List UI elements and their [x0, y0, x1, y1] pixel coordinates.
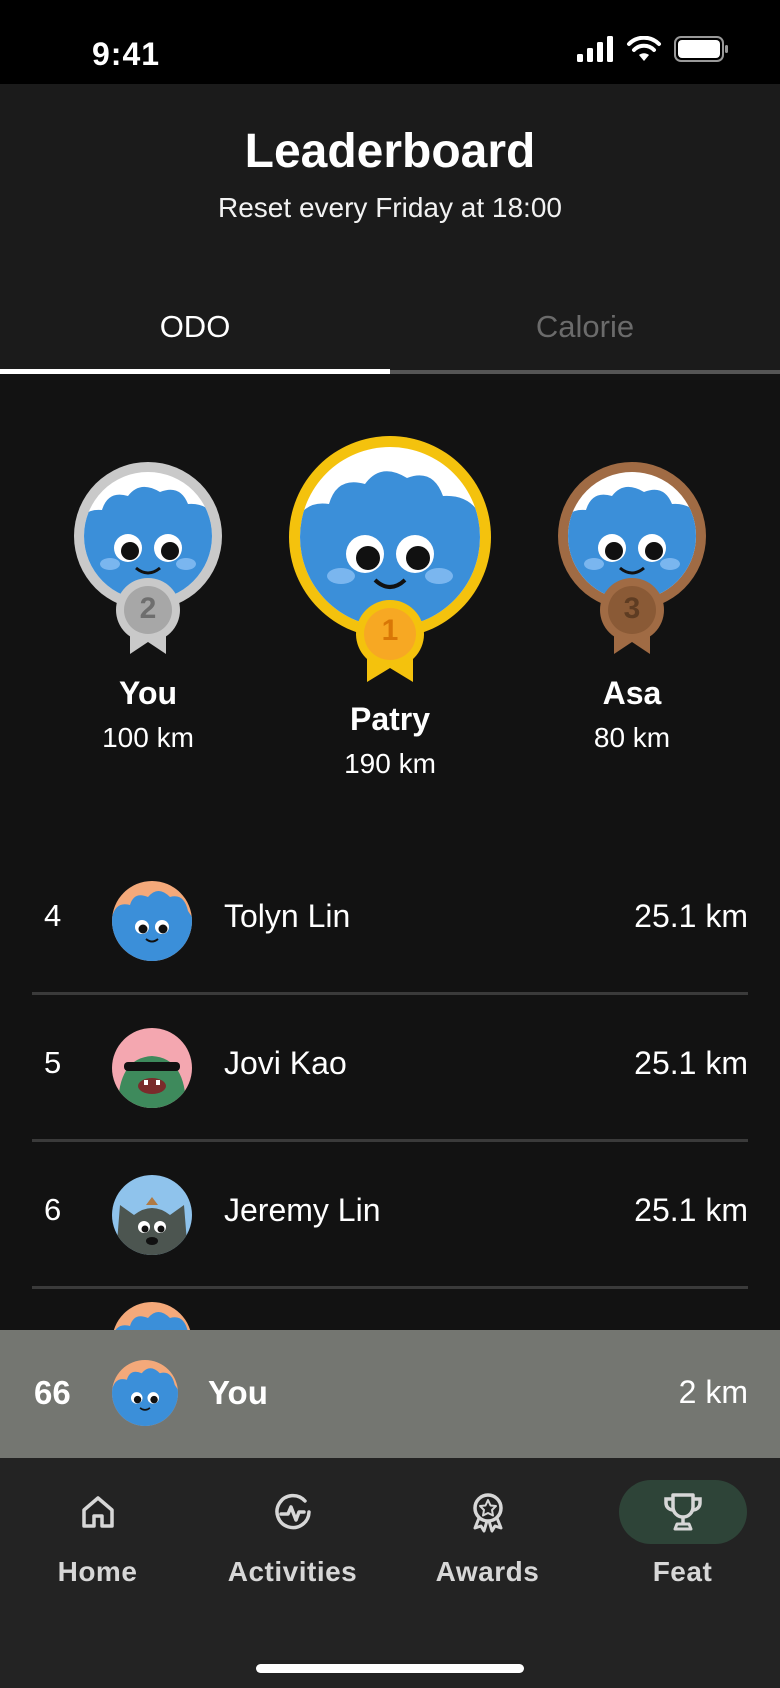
tab-bar: ODO Calorie	[0, 280, 780, 374]
tab-calorie[interactable]: Calorie	[390, 280, 780, 374]
avatar-third	[558, 462, 706, 654]
status-time: 9:41	[92, 36, 161, 72]
nav-awards-label: Awards	[435, 1556, 540, 1587]
player-distance: 25.1 km	[634, 1192, 748, 1228]
avatar-second	[74, 462, 222, 654]
header: Leaderboard Reset every Friday at 18:00 …	[0, 84, 780, 374]
nav-feat[interactable]: Feat	[585, 1480, 780, 1588]
podium-third-value: 80 km	[593, 722, 671, 753]
activity-icon	[274, 1493, 311, 1530]
my-distance: 2 km	[678, 1374, 748, 1410]
tab-odo-indicator	[0, 369, 390, 374]
battery-icon	[674, 36, 728, 62]
my-name: You	[208, 1374, 268, 1411]
podium-third[interactable]: 3 Asa 80 km	[554, 458, 710, 754]
my-rank-number: 66	[34, 1374, 71, 1411]
nav-feat-label: Feat	[652, 1556, 713, 1587]
podium-first-rank: 1	[381, 614, 399, 647]
nav-feat-icon-wrap	[618, 1480, 747, 1544]
my-rank-row[interactable]: 66 You 2 km	[0, 1330, 780, 1458]
nav-activities-label: Activities	[227, 1556, 358, 1587]
tab-odo[interactable]: ODO	[0, 280, 390, 374]
tab-calorie-label: Calorie	[535, 309, 635, 344]
reset-info: Reset every Friday at 18:00	[218, 192, 562, 223]
grey-wolf-avatar	[112, 1175, 192, 1255]
list-item[interactable]: 5 Jovi Kao 25.1 km	[32, 995, 748, 1142]
podium-third-name: Asa	[602, 675, 662, 711]
award-icon	[472, 1493, 503, 1533]
cellular-signal-icon	[577, 36, 613, 62]
player-distance: 25.1 km	[634, 898, 748, 934]
rank-number: 4	[44, 898, 62, 933]
podium-third-rank: 3	[623, 592, 641, 625]
my-avatar	[112, 1360, 178, 1426]
nav-awards-icon-wrap	[424, 1480, 552, 1544]
blue-cloud-avatar	[112, 881, 192, 961]
podium-first[interactable]: 1 Patry 190 km	[287, 434, 493, 780]
home-indicator[interactable]	[256, 1664, 524, 1673]
rank-number: 5	[44, 1045, 62, 1080]
trophy-icon	[663, 1493, 702, 1531]
status-bar: 9:41	[0, 0, 780, 84]
wifi-icon	[627, 36, 661, 61]
list-item[interactable]: 6 Jeremy Lin 25.1 km	[32, 1142, 748, 1289]
podium-second-value: 100 km	[102, 722, 194, 753]
home-icon	[81, 1496, 114, 1528]
player-name: Tolyn Lin	[224, 898, 351, 934]
status-icons	[576, 36, 730, 62]
tab-odo-label: ODO	[159, 309, 231, 344]
nav-home-label: Home	[57, 1556, 138, 1587]
podium-first-name: Patry	[349, 701, 431, 737]
player-name: Jeremy Lin	[224, 1192, 381, 1228]
rank-number: 6	[44, 1192, 62, 1227]
podium-second-rank: 2	[139, 592, 157, 625]
nav-awards[interactable]: Awards	[390, 1480, 585, 1588]
page-title: Leaderboard	[244, 125, 536, 178]
green-monster-avatar	[112, 1028, 192, 1108]
nav-activities[interactable]: Activities	[195, 1480, 390, 1588]
nav-activities-icon-wrap	[229, 1480, 357, 1544]
tab-calorie-indicator	[390, 370, 780, 374]
leaderboard-list: 4 Tolyn Lin 25.1 km 5 Jovi Kao 25.1 km 6…	[32, 848, 748, 1289]
podium-first-value: 190 km	[344, 748, 436, 779]
list-item[interactable]: 4 Tolyn Lin 25.1 km	[32, 848, 748, 995]
nav-home-icon-wrap	[34, 1480, 162, 1544]
bottom-nav: Home Activities Awards Feat	[0, 1458, 780, 1688]
player-name: Jovi Kao	[224, 1045, 347, 1081]
player-distance: 25.1 km	[634, 1045, 748, 1081]
podium-second-name: You	[118, 675, 178, 711]
podium-second[interactable]: 2 You 100 km	[70, 458, 226, 754]
nav-home[interactable]: Home	[0, 1480, 195, 1588]
